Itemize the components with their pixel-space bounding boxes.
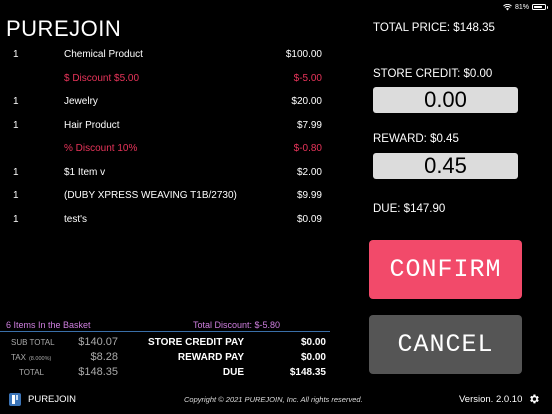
reward-input[interactable]: 0.45 xyxy=(373,153,518,179)
basket-item-count: 6 Items In the Basket xyxy=(6,320,91,330)
tax-rate: (8.000%) xyxy=(28,356,52,362)
subtotal-label: SUB TOTAL xyxy=(11,338,55,347)
tax-value: $8.28 xyxy=(90,351,118,363)
item-price: $-0.80 xyxy=(293,143,322,154)
discount-row[interactable]: % Discount 10% $-0.80 xyxy=(0,137,330,161)
item-name: $1 Item v xyxy=(64,166,106,178)
discount-row[interactable]: $ Discount $5.00 $-5.00 xyxy=(0,67,330,91)
footer-brand: PUREJOIN xyxy=(28,394,77,405)
total-row: TOTAL $148.35 DUE $148.35 xyxy=(0,366,330,381)
gear-icon[interactable] xyxy=(528,393,540,405)
item-price: $2.00 xyxy=(296,166,322,178)
reward-pay-label: REWARD PAY xyxy=(177,352,244,363)
basket-item-row[interactable]: 1 (DUBY XPRESS WEAVING T1B/2730) $9.99 xyxy=(0,184,330,208)
copyright-text: Copyright © 2021 PUREJOIN, Inc. All righ… xyxy=(184,395,363,404)
basket-summary: 6 Items In the Basket Total Discount: $-… xyxy=(0,318,330,332)
item-price: $7.99 xyxy=(296,119,322,131)
item-qty: 1 xyxy=(13,213,19,225)
item-name: test's xyxy=(64,213,88,225)
item-price: $20.00 xyxy=(291,96,322,107)
payment-panel: TOTAL PRICE: $148.35 STORE CREDIT: $0.00… xyxy=(360,0,552,390)
due-value: $148.35 xyxy=(289,367,326,378)
cancel-button[interactable]: CANCEL xyxy=(369,315,522,374)
subtotal-row: SUB TOTAL $140.07 STORE CREDIT PAY $0.00 xyxy=(0,336,330,351)
purejoin-logo-icon xyxy=(9,393,21,406)
version-label: Version. 2.0.10 xyxy=(459,394,523,405)
basket-item-row[interactable]: 1 Chemical Product $100.00 xyxy=(0,43,330,67)
item-qty: 1 xyxy=(13,166,19,178)
confirm-button[interactable]: CONFIRM xyxy=(369,240,522,299)
item-name: Hair Product xyxy=(64,119,120,131)
tax-label-text: TAX xyxy=(11,353,26,362)
basket-total-discount: Total Discount: $-5.80 xyxy=(193,320,281,330)
basket-item-row[interactable]: 1 $1 Item v $2.00 xyxy=(0,161,330,185)
tax-row: TAX (8.000%) $8.28 REWARD PAY $0.00 xyxy=(0,351,330,366)
due-label: DUE xyxy=(222,367,244,378)
app-title: PUREJOIN xyxy=(6,16,122,41)
reward-label: REWARD: $0.45 xyxy=(373,133,459,145)
subtotal-value: $140.07 xyxy=(78,336,118,348)
total-price-label: TOTAL PRICE: $148.35 xyxy=(373,22,495,34)
totals-section: SUB TOTAL $140.07 STORE CREDIT PAY $0.00… xyxy=(0,336,330,381)
store-credit-label: STORE CREDIT: $0.00 xyxy=(373,68,493,80)
basket-item-row[interactable]: 1 Jewelry $20.00 xyxy=(0,90,330,114)
store-credit-pay-value: $0.00 xyxy=(300,337,326,348)
item-name: (DUBY XPRESS WEAVING T1B/2730) xyxy=(64,190,237,201)
basket-item-row[interactable]: 1 Hair Product $7.99 xyxy=(0,114,330,138)
item-qty: 1 xyxy=(13,119,19,131)
store-credit-pay-label: STORE CREDIT PAY xyxy=(148,337,244,348)
reward-pay-value: $0.00 xyxy=(300,352,326,363)
item-price: $0.09 xyxy=(296,213,322,225)
item-qty: 1 xyxy=(13,96,19,107)
item-name: $ Discount $5.00 xyxy=(64,72,140,84)
item-name: % Discount 10% xyxy=(64,143,138,154)
item-price: $-5.00 xyxy=(293,72,322,84)
due-amount-label: DUE: $147.90 xyxy=(373,203,446,215)
basket-item-row[interactable]: 1 test's $0.09 xyxy=(0,208,330,232)
item-name: Chemical Product xyxy=(64,49,143,60)
basket-item-list: 1 Chemical Product $100.00 $ Discount $5.00… xyxy=(0,43,330,231)
item-price: $9.99 xyxy=(296,190,322,201)
item-qty: 1 xyxy=(13,49,19,60)
total-label: TOTAL xyxy=(18,368,44,377)
item-name: Jewelry xyxy=(64,96,98,107)
tax-label: TAX (8.000%) xyxy=(11,353,51,362)
item-price: $100.00 xyxy=(285,49,322,60)
total-value: $148.35 xyxy=(78,366,118,378)
item-qty: 1 xyxy=(13,190,19,201)
store-credit-input[interactable]: 0.00 xyxy=(373,87,518,113)
bottom-bar: PUREJOIN Copyright © 2021 PUREJOIN, Inc.… xyxy=(0,389,552,414)
